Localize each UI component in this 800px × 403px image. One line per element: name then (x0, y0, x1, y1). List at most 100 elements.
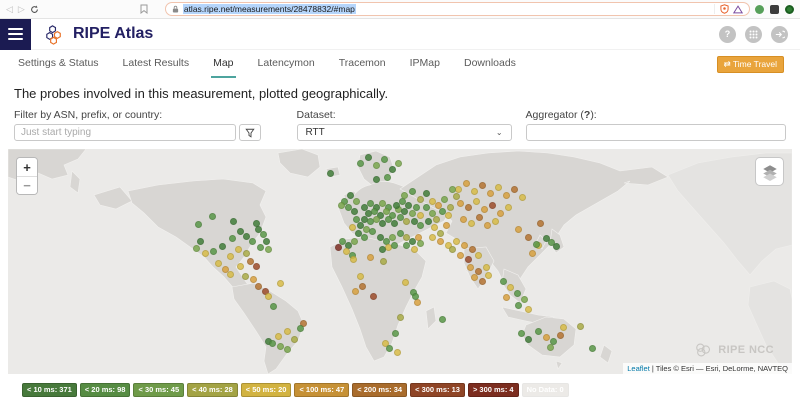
probe-dot[interactable] (349, 224, 356, 231)
probe-dot[interactable] (370, 293, 377, 300)
legend-badge[interactable]: < 40 ms: 28 (187, 383, 238, 397)
probe-dot[interactable] (247, 258, 254, 265)
extensions-puzzle-icon[interactable] (770, 5, 779, 14)
probe-dot[interactable] (386, 345, 393, 352)
bookmark-icon[interactable] (140, 4, 148, 14)
tab-map[interactable]: Map (211, 50, 235, 78)
leaflet-link[interactable]: Leaflet (627, 364, 650, 373)
probe-dot[interactable] (215, 260, 222, 267)
probe-dot[interactable] (338, 202, 345, 209)
probe-dot[interactable] (361, 234, 368, 241)
probe-dot[interactable] (395, 160, 402, 167)
probe-dot[interactable] (589, 345, 596, 352)
probe-dot[interactable] (394, 349, 401, 356)
probe-dot[interactable] (269, 340, 276, 347)
legend-badge[interactable]: < 300 ms: 13 (410, 383, 465, 397)
probe-dot[interactable] (457, 252, 464, 259)
probe-dot[interactable] (518, 330, 525, 337)
probe-dot[interactable] (193, 245, 200, 252)
ripe-atlas-logo-icon[interactable] (42, 22, 67, 47)
warning-triangle-icon[interactable] (733, 5, 743, 14)
probe-dot[interactable] (489, 202, 496, 209)
probe-dot[interactable] (367, 254, 374, 261)
probe-dot[interactable] (515, 226, 522, 233)
probe-dot[interactable] (423, 190, 430, 197)
probe-dot[interactable] (357, 273, 364, 280)
probe-dot[interactable] (537, 220, 544, 227)
probe-dot[interactable] (260, 231, 267, 238)
probe-dot[interactable] (253, 220, 260, 227)
address-bar[interactable]: atlas.ripe.net/measurements/28478832/#ma… (165, 2, 750, 16)
probe-dot[interactable] (401, 208, 408, 215)
reload-icon[interactable] (30, 5, 39, 14)
probe-dot[interactable] (255, 283, 262, 290)
probe-dot[interactable] (479, 278, 486, 285)
probe-dot[interactable] (263, 238, 270, 245)
tab-settings-status[interactable]: Settings & Status (16, 50, 101, 78)
zoom-out-button[interactable]: − (17, 176, 37, 194)
probe-dot[interactable] (495, 184, 502, 191)
extension-circle-icon[interactable] (785, 5, 794, 14)
legend-badge[interactable]: < 50 ms: 20 (241, 383, 292, 397)
probe-dot[interactable] (237, 263, 244, 270)
probe-dot[interactable] (357, 160, 364, 167)
probe-dot[interactable] (467, 264, 474, 271)
probe-dot[interactable] (443, 222, 450, 229)
privacy-shield-icon[interactable] (720, 4, 729, 14)
probe-dot[interactable] (409, 210, 416, 217)
legend-badge[interactable]: < 200 ms: 34 (352, 383, 407, 397)
probe-dot[interactable] (453, 238, 460, 245)
probe-dot[interactable] (359, 283, 366, 290)
probe-dot[interactable] (457, 200, 464, 207)
probe-dot[interactable] (405, 202, 412, 209)
probe-dot[interactable] (473, 198, 480, 205)
probe-dot[interactable] (492, 218, 499, 225)
probe-dot[interactable] (465, 256, 472, 263)
probe-dot[interactable] (417, 212, 424, 219)
probe-dot[interactable] (277, 280, 284, 287)
probe-dot[interactable] (350, 256, 357, 263)
probe-dot[interactable] (560, 324, 567, 331)
probe-dot[interactable] (235, 246, 242, 253)
tab-downloads[interactable]: Downloads (462, 50, 518, 78)
tab-ipmap[interactable]: IPMap (408, 50, 442, 78)
probe-dot[interactable] (433, 216, 440, 223)
probe-dot[interactable] (257, 244, 264, 251)
probe-dot[interactable] (297, 325, 304, 332)
probe-dot[interactable] (429, 234, 436, 241)
probe-dot[interactable] (277, 343, 284, 350)
probe-dot[interactable] (209, 213, 216, 220)
probe-dot[interactable] (389, 234, 396, 241)
probe-dot[interactable] (525, 234, 532, 241)
probe-dot[interactable] (577, 323, 584, 330)
probe-dot[interactable] (441, 196, 448, 203)
probe-dot[interactable] (557, 332, 564, 339)
probe-dot[interactable] (384, 174, 391, 181)
hamburger-menu-button[interactable] (0, 19, 31, 50)
probe-dot[interactable] (409, 188, 416, 195)
probe-dot[interactable] (249, 238, 256, 245)
probe-dot[interactable] (423, 204, 430, 211)
probe-dot[interactable] (402, 279, 409, 286)
probe-dot[interactable] (453, 193, 460, 200)
extension-green-icon[interactable] (755, 5, 764, 14)
tab-latest-results[interactable]: Latest Results (121, 50, 192, 78)
login-button[interactable] (771, 26, 788, 43)
probe-dot[interactable] (230, 218, 237, 225)
probe-dot[interactable] (253, 263, 260, 270)
probe-dot[interactable] (265, 293, 272, 300)
legend-badge[interactable]: < 100 ms: 47 (294, 383, 349, 397)
brand-name[interactable]: RIPE Atlas (73, 25, 153, 43)
probe-dot[interactable] (411, 246, 418, 253)
probe-dot[interactable] (392, 330, 399, 337)
probe-dot[interactable] (485, 272, 492, 279)
probe-dot[interactable] (525, 336, 532, 343)
probe-dot[interactable] (373, 162, 380, 169)
map-layers-button[interactable] (755, 157, 784, 186)
site-security-icon[interactable] (172, 5, 179, 13)
tab-latencymon[interactable]: Latencymon (256, 50, 317, 78)
legend-badge[interactable]: < 30 ms: 45 (133, 383, 184, 397)
probe-dot[interactable] (479, 182, 486, 189)
probe-dot[interactable] (519, 194, 526, 201)
probe-dot[interactable] (401, 192, 408, 199)
